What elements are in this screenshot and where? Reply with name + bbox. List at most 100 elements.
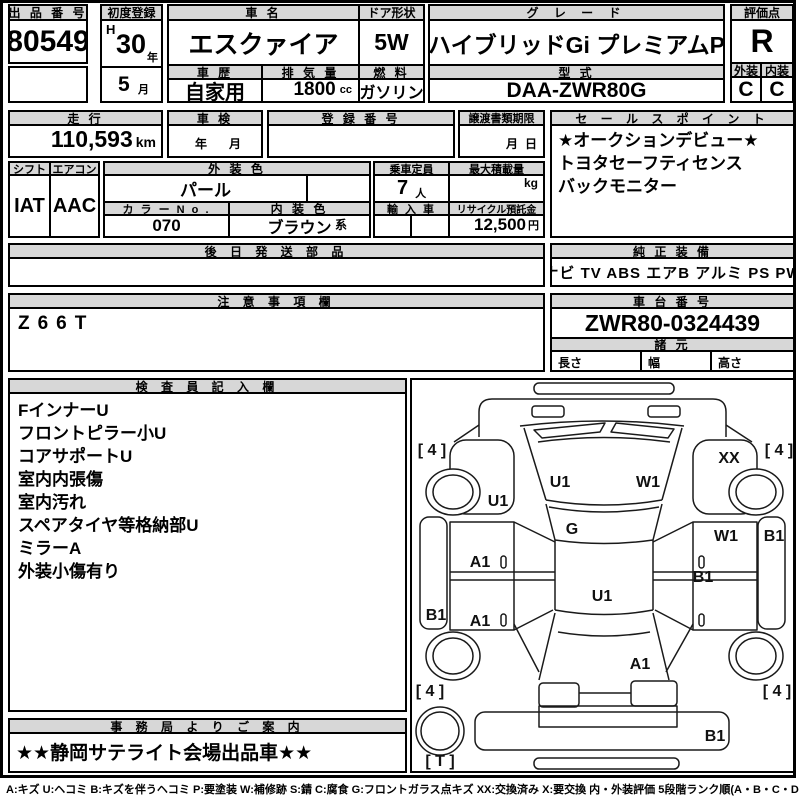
exterior-color-value: パール — [105, 176, 308, 203]
exterior-label: 外装 — [732, 64, 762, 78]
transfer-deadline-box: 譲渡書類期限 月 日 — [458, 110, 545, 158]
interior-score: C — [762, 78, 792, 101]
interior-color-label: 内 装 色 — [230, 203, 369, 216]
sales-point: バックモニター — [558, 175, 787, 198]
inspection-box: 車 検 年 月 — [167, 110, 263, 158]
damage-code: W1 — [714, 528, 738, 546]
legend-text: A:キズ U:ヘコミ B:キズを伴うヘコミ P:要塗装 W:補修跡 S:錆 C:… — [6, 781, 796, 797]
door-shape-label: ドア形状 — [360, 6, 423, 21]
inspection-label: 車 検 — [169, 112, 261, 126]
chassis-label: 車 台 番 号 — [552, 295, 793, 309]
notes-value: Z66T — [10, 309, 543, 370]
color-number-value: 070 — [105, 216, 230, 236]
year-suffix: 年 — [147, 49, 158, 65]
capacity-label: 乗車定員 — [375, 163, 450, 176]
inspection-year-suffix: 年 — [195, 135, 207, 152]
recycle-amount: 12,500 — [474, 216, 526, 235]
damage-code: [ 4 ] — [416, 683, 444, 701]
ac-value: AAC — [51, 176, 98, 236]
history-label: 車 歴 — [169, 66, 263, 80]
damage-code: W1 — [636, 474, 660, 492]
damage-code: G — [566, 521, 578, 539]
capacity-value: 7 人 — [375, 176, 450, 203]
damage-code: B1 — [705, 728, 725, 746]
mileage-number: 110,593 — [51, 126, 133, 153]
mileage-unit: km — [136, 134, 156, 150]
sales-points-box: セ ー ル ス ポ イ ン ト ★オークションデビュー★ トヨタセーフティセンス… — [550, 110, 795, 238]
equipment-label: 純 正 装 備 — [552, 245, 793, 259]
damage-code: U1 — [550, 474, 570, 492]
damage-code: [ 4 ] — [418, 442, 446, 460]
shift-label: シフト — [10, 163, 51, 176]
transfer-deadline-value: 月 日 — [460, 126, 543, 156]
registration-month: 5 — [118, 73, 130, 97]
inspector-note: 室内内張傷 — [18, 468, 397, 491]
era-code: H — [106, 22, 115, 37]
exterior-color-sub-cell — [308, 176, 369, 203]
damage-code: U1 — [592, 588, 612, 606]
first-registration-box: 初度登録 H 30 年 5 月 — [100, 4, 163, 103]
lot-number-label: 出 品 番 号 — [10, 6, 86, 21]
fuel-label: 燃 料 — [360, 66, 423, 80]
mileage-box: 走 行 110,593 km — [8, 110, 163, 158]
sales-points-list: ★オークションデビュー★ トヨタセーフティセンス バックモニター — [552, 126, 793, 236]
notes-box: 注 意 事 項 欄 Z66T — [8, 293, 545, 372]
auction-sheet: { "header": { "lot_label": "出 品 番 号", "l… — [0, 0, 800, 800]
inspector-notes-label: 検 査 員 記 入 欄 — [10, 380, 405, 394]
sales-point: トヨタセーフティセンス — [558, 152, 787, 175]
office-notice-box: 事 務 局 よ り ご 案 内 ★★静岡サテライト会場出品車★★ — [8, 718, 407, 773]
recycle-value: 12,500 円 — [450, 216, 543, 236]
registration-year: 30 — [116, 29, 146, 60]
inspector-notes-list: FインナーU フロントピラー小U コアサポートU 室内内張傷 室内汚れ スペアタ… — [10, 394, 405, 710]
later-parts-box: 後 日 発 送 部 品 — [8, 243, 545, 287]
lot-number-box: 出 品 番 号 80549 — [8, 4, 88, 64]
capacity-load-box: 乗車定員 最大積載量 7 人 kg 輸 入 車 リサイクル預託金 12,500 … — [373, 161, 545, 238]
car-name-value: エスクァイア — [169, 21, 360, 66]
mileage-value: 110,593 km — [10, 126, 161, 156]
grade-box: グ レ ー ド ハイブリッドGi プレミアムP 型 式 DAA-ZWR80G — [428, 4, 725, 103]
damage-code: [ 4 ] — [763, 683, 791, 701]
inspection-value: 年 月 — [169, 126, 261, 156]
max-load-unit: kg — [524, 176, 538, 190]
interior-color-name: ブラウン — [267, 216, 331, 236]
exterior-color-box: 外 装 色 パール カ ラ ー N o . 内 装 色 070 ブラウン 系 — [103, 161, 371, 238]
displacement-value: 1800 cc — [263, 80, 360, 101]
length-label: 長さ — [552, 352, 642, 370]
max-load-value: kg — [450, 176, 543, 203]
inspector-note: 外装小傷有り — [18, 560, 397, 583]
shift-ac-box: シフト エアコン IAT AAC — [8, 161, 100, 238]
history-value: 自家用 — [169, 80, 263, 101]
inspector-note: ミラーA — [18, 537, 397, 560]
import-label: 輸 入 車 — [375, 203, 450, 216]
damage-code: B1 — [426, 607, 446, 625]
grade-value: ハイブリッドGi プレミアムP — [430, 21, 723, 66]
damage-code: A1 — [630, 656, 650, 674]
displacement-unit: cc — [340, 84, 352, 96]
interior-label: 内装 — [762, 64, 792, 78]
capacity-unit: 人 — [415, 185, 426, 201]
damage-code: A1 — [470, 613, 490, 631]
sales-point: ★オークションデビュー★ — [558, 129, 787, 152]
model-code-label: 型 式 — [430, 66, 723, 80]
fuel-value: ガソリン — [360, 80, 423, 101]
import-cell-1 — [375, 216, 412, 236]
equipment-box: 純 正 装 備 ナビ TV ABS エアB アルミ PS PW — [550, 243, 795, 287]
equipment-value: ナビ TV ABS エアB アルミ PS PW — [552, 259, 793, 285]
damage-code: B1 — [764, 528, 784, 546]
specs-label: 諸 元 — [552, 339, 793, 352]
color-number-label: カ ラ ー N o . — [105, 203, 230, 216]
shift-value: IAT — [10, 176, 51, 236]
height-label: 高さ — [712, 352, 793, 370]
inspector-notes-box: 検 査 員 記 入 欄 FインナーU フロントピラー小U コアサポートU 室内内… — [8, 378, 407, 712]
model-code-value: DAA-ZWR80G — [430, 80, 723, 101]
damage-code-layer: [ 4 ][ 4 ]XXU1U1W1GA1W1B1B1U1B1A1A1[ 4 ]… — [412, 380, 793, 771]
damage-code: B1 — [693, 569, 713, 587]
grade-label: グ レ ー ド — [430, 6, 723, 21]
chassis-number: ZWR80-0324439 — [552, 309, 793, 339]
score-label: 評価点 — [732, 6, 792, 21]
first-registration-month-cell: 5 月 — [102, 68, 161, 101]
import-cell-2 — [412, 216, 450, 236]
exterior-color-label: 外 装 色 — [105, 163, 369, 176]
damage-code: [ 4 ] — [765, 442, 793, 460]
recycle-unit: 円 — [528, 217, 539, 233]
